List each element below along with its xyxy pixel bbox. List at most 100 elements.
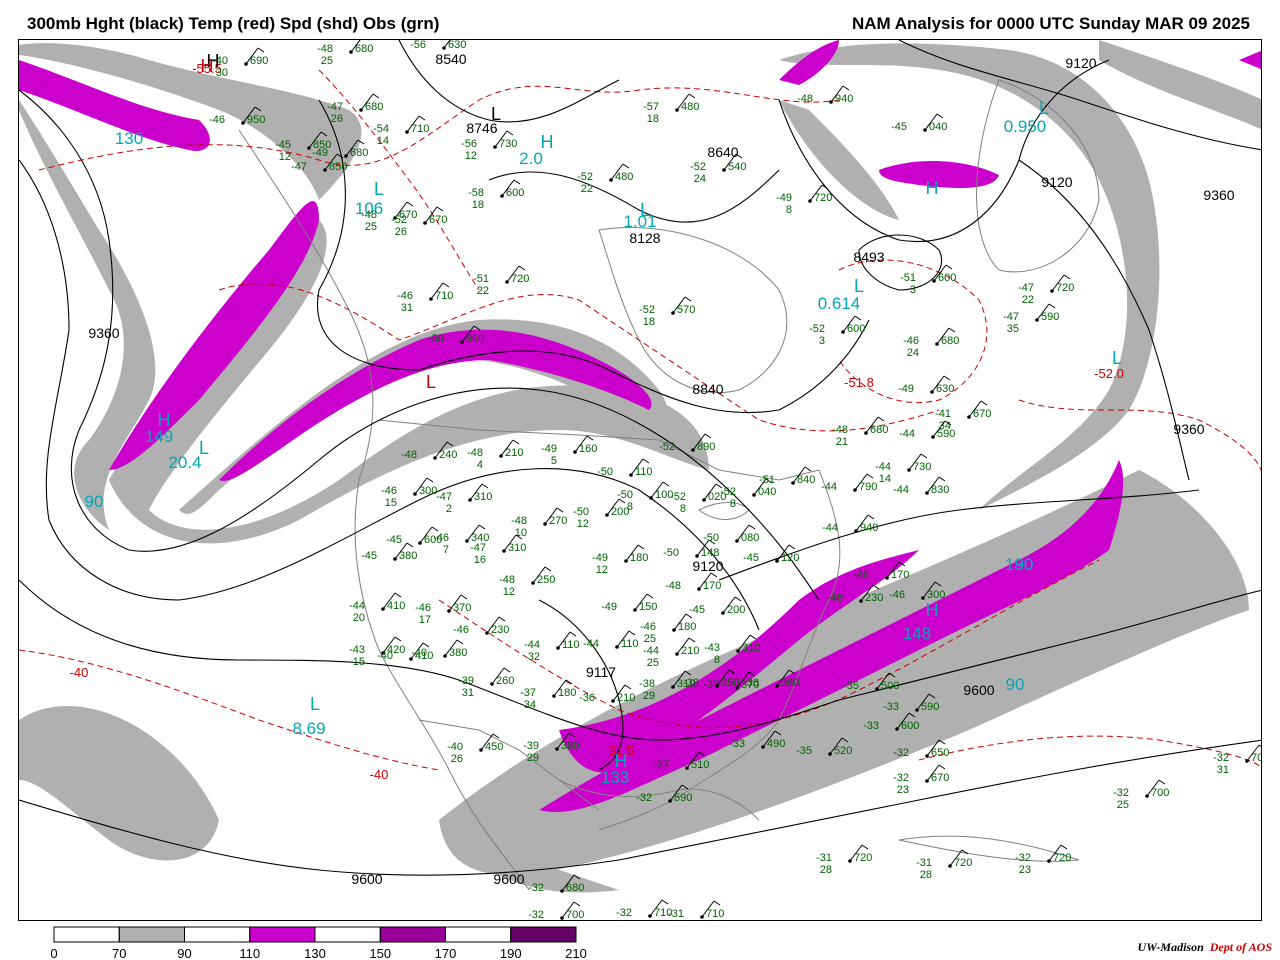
station-dewpoint: 12 xyxy=(596,564,608,576)
station-obs: -48 680 25 xyxy=(317,40,373,67)
speed-label: 90 xyxy=(85,492,104,511)
wind-barb-flag xyxy=(460,594,468,600)
station-temp: -52 xyxy=(670,491,686,503)
wind-barb-flag xyxy=(688,93,696,99)
station-temp: -46 xyxy=(381,485,397,497)
wind-barb-flag xyxy=(938,476,946,482)
station-dewpoint: 17 xyxy=(419,614,431,626)
station-dewpoint: 31 xyxy=(462,687,474,699)
pressure-center-l: L xyxy=(854,276,864,296)
station-obs: -45 200 xyxy=(689,596,745,616)
station-dewpoint: 15 xyxy=(385,497,397,509)
weather-map: 8540 8746 8640 9120 9120 9360 9360 9360 8493 8840… xyxy=(18,39,1262,921)
station-temp: -31 xyxy=(916,857,932,869)
wind-barb-flag xyxy=(938,764,946,770)
station-temp: -46 xyxy=(209,114,225,126)
station-height: 450 xyxy=(485,741,503,753)
speed-label: 130 xyxy=(115,129,143,148)
wind-barb-flag xyxy=(431,526,439,532)
analysis-time-title: NAM Analysis for 0000 UTC Sunday MAR 09 … xyxy=(851,14,1250,33)
station-height: 230 xyxy=(491,624,509,636)
station-dewpoint: 25 xyxy=(365,221,377,233)
station-dewpoint: 20 xyxy=(353,612,365,624)
station-height: 720 xyxy=(1053,852,1071,864)
station-height: 210 xyxy=(617,692,635,704)
station-dewpoint: 12 xyxy=(577,518,589,530)
wind-barb-flag xyxy=(748,524,756,530)
station-height: 148 xyxy=(701,547,719,559)
station-obs: -47 720 22 xyxy=(1018,274,1074,306)
station-dewpoint: 25 xyxy=(647,657,659,669)
temperature-label: -40 xyxy=(70,665,89,680)
wind-barb-flag xyxy=(426,477,434,483)
station-height: 600 xyxy=(938,272,956,284)
station-height: 590 xyxy=(937,428,955,440)
station-temp: -57 xyxy=(643,101,659,113)
station-dewpoint: 15 xyxy=(353,656,365,668)
height-label: 9360 xyxy=(1203,187,1234,203)
station-obs: -40 380 xyxy=(411,639,467,659)
station-height: 600 xyxy=(506,187,524,199)
jet-band-atlantic-east xyxy=(1099,40,1261,130)
wind-barb-flag xyxy=(646,593,654,599)
station-dewpoint: 21 xyxy=(836,436,848,448)
station-temp: -49 xyxy=(592,552,608,564)
station-obs: -48 210 4 xyxy=(467,439,523,471)
station-temp: -48 xyxy=(317,43,333,55)
station-dewpoint: 2 xyxy=(446,503,452,515)
legend-tick-label: 170 xyxy=(435,946,457,960)
station-height: 710 xyxy=(435,290,453,302)
station-temp: -38 xyxy=(743,677,759,689)
station-temp: -45 xyxy=(743,552,759,564)
station-height: 680 xyxy=(355,43,373,55)
wind-barb-flag xyxy=(684,296,692,302)
station-temp: -32 xyxy=(1015,852,1031,864)
station-height: 700 xyxy=(1151,787,1169,799)
chart-title: 300mb Hght (black) Temp (red) Spd (shd) … xyxy=(27,14,440,33)
station-temp: -31 xyxy=(816,852,832,864)
wind-barb-flag xyxy=(569,631,577,637)
height-label: 9360 xyxy=(1173,421,1204,437)
wind-barb-flag xyxy=(622,163,630,169)
station-temp: -49 xyxy=(541,443,557,455)
station-height: 300 xyxy=(419,485,437,497)
station-temp: -41 xyxy=(935,408,951,420)
station-obs: -32 670 23 xyxy=(893,764,949,796)
station-temp: -46 xyxy=(415,602,431,614)
station-temp: -50 xyxy=(703,532,719,544)
wind-barb-flag xyxy=(628,630,636,636)
pressure-center-l: L xyxy=(374,179,384,199)
station-dewpoint: 29 xyxy=(527,752,539,764)
station-temp: -44 xyxy=(643,645,659,657)
station-height: 380 xyxy=(561,740,579,752)
station-temp: -49 xyxy=(776,192,792,204)
wind-barb-flag xyxy=(556,507,564,513)
station-obs: -52 570 18 xyxy=(639,296,695,328)
station-obs: -44 110 32 xyxy=(524,631,580,663)
station-height: 590 xyxy=(1041,311,1059,323)
station-height: 700 xyxy=(1251,752,1262,764)
station-obs: -32 710 xyxy=(616,899,672,919)
station-temp: -58 xyxy=(468,187,484,199)
station-height: 490 xyxy=(767,738,785,750)
station-temp: -44 xyxy=(583,638,599,650)
station-temp: -52 xyxy=(577,171,593,183)
station-height: 150 xyxy=(639,601,657,613)
station-obs: -54 710 14 xyxy=(373,115,429,147)
station-dewpoint: 31 xyxy=(1217,764,1229,776)
station-height: 590 xyxy=(921,701,939,713)
station-height: 680 xyxy=(941,335,959,347)
station-temp: -35 xyxy=(796,745,812,757)
station-dewpoint: 28 xyxy=(820,864,832,876)
station-temp: -33 xyxy=(883,701,899,713)
station-height: 110 xyxy=(562,639,580,651)
station-temp: -47 xyxy=(1018,282,1034,294)
station-temp: -35 xyxy=(843,680,859,692)
station-obs: -45 600 xyxy=(386,526,442,546)
wind-barb-flag xyxy=(877,416,885,422)
legend-bin-150-170 xyxy=(379,926,446,943)
wind-barb-flag xyxy=(661,899,669,905)
station-height: 840 xyxy=(797,474,815,486)
station-temp: -47 xyxy=(470,542,486,554)
wind-barb-flag xyxy=(948,327,956,333)
